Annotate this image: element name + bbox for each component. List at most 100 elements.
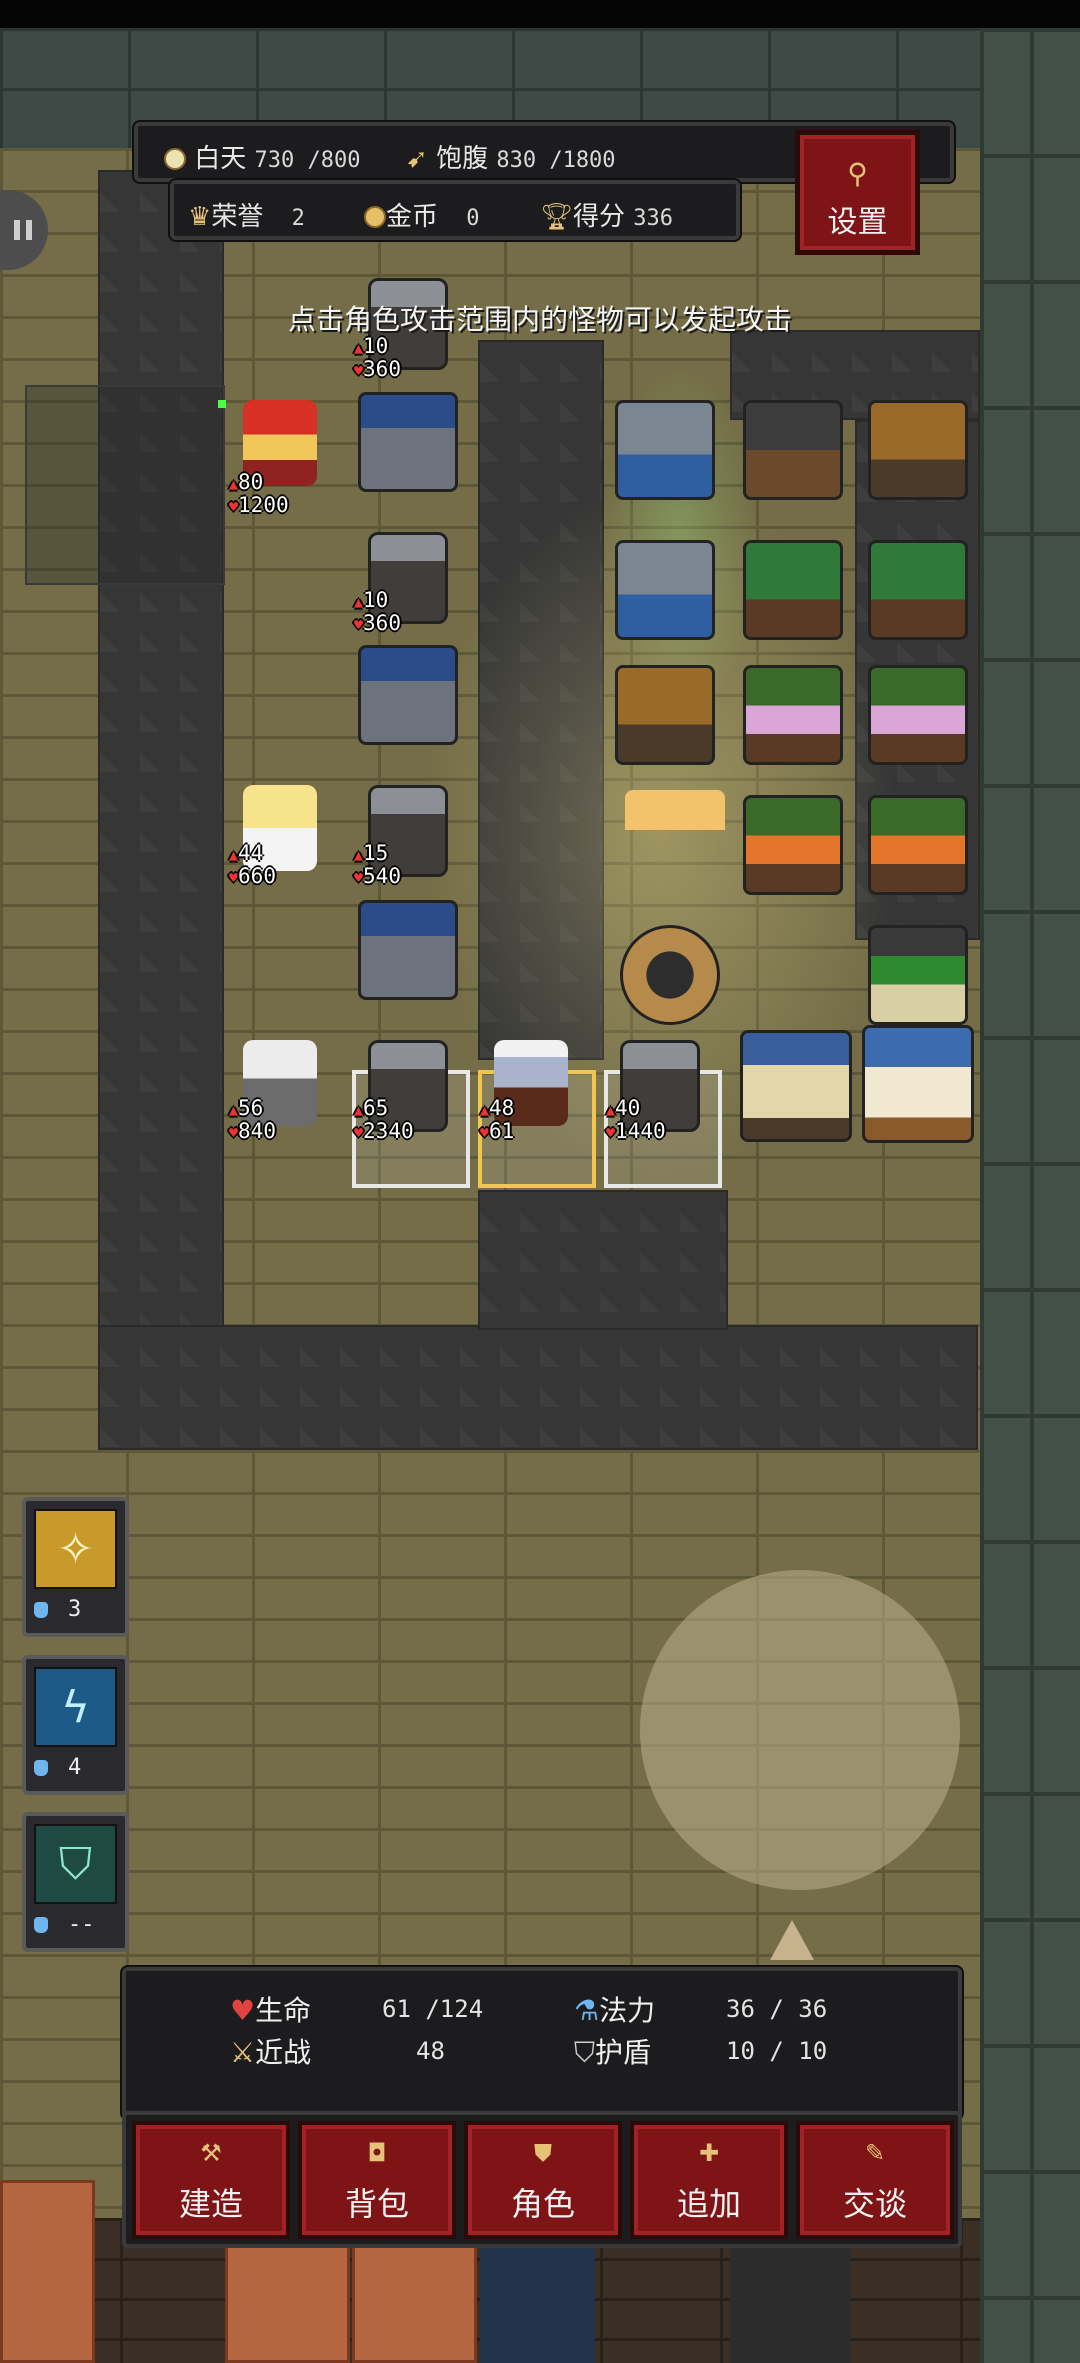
resource-panel: ♛荣誉 2 金币 0 🏆︎得分 336 (170, 180, 740, 240)
mp-label: 法力 (599, 1994, 656, 2027)
hp-label: 生命 (255, 1994, 312, 2027)
unit-hp: 1440 (615, 1119, 666, 1143)
unit-attack: 15 (363, 841, 389, 865)
sword-icon: ⚔ (230, 2036, 256, 2069)
sun-icon (164, 148, 186, 170)
game-screen: ▲10 ♥360 ▲80 ♥1200 ▲10 ♥360 ▲44 ♥660 ▲15 ♥540… (0, 0, 1080, 2363)
skill-shield[interactable]: ⛉ -- (22, 1812, 129, 1952)
monster-sack[interactable] (620, 925, 720, 1025)
guard-unit[interactable]: ▲40 ♥1440 (602, 1040, 712, 1150)
skill-cost: -- (68, 1912, 95, 1937)
house-building[interactable] (358, 900, 458, 1000)
unit-hp: 1200 (238, 493, 289, 517)
angel-unit[interactable]: ▲44 ♥660 (225, 785, 335, 895)
house-building[interactable] (358, 645, 458, 745)
add-button[interactable]: ✚ 追加 (630, 2121, 788, 2239)
hunger-value: 830 /1800 (496, 148, 616, 173)
talk-button[interactable]: ✎ 交谈 (796, 2121, 954, 2239)
hammer-icon: ⚒ (200, 2139, 222, 2167)
player-unit[interactable]: ▲48 ♥61 (476, 1040, 586, 1150)
gold-label: 金币 (386, 202, 439, 232)
pause-icon (14, 220, 20, 240)
talk-label: 交谈 (842, 2185, 907, 2223)
holy-light-icon: ✧ (34, 1509, 117, 1589)
settings-icon: ⚲ (847, 157, 868, 190)
workbench-building[interactable] (615, 665, 715, 765)
unit-hp: 540 (363, 864, 401, 888)
tree-planter[interactable] (743, 540, 843, 640)
heart-icon: ♥ (230, 1994, 256, 2027)
hp-value: 61 /124 (382, 1995, 484, 2023)
guard-unit[interactable]: ▲15 ♥540 (350, 785, 460, 895)
honor-label: 荣誉 (211, 202, 264, 232)
character-stats-panel: ♥生命 61 /124 ⚗法力 36 / 36 ⚔近战 48 ⛉护盾 10 / … (122, 1967, 962, 2119)
character-label: 角色 (510, 2185, 575, 2223)
monitor-building[interactable] (615, 540, 715, 640)
settings-button[interactable]: ⚲ 设置 (795, 130, 920, 255)
water-tile (480, 2240, 595, 2363)
mana-icon (34, 1602, 48, 1618)
spike-trap (770, 1920, 814, 1960)
orange-block (352, 2245, 477, 2363)
speech-icon: ✎ (864, 2139, 886, 2167)
cauldron-building[interactable] (743, 400, 843, 500)
mp-value: 36 / 36 (726, 1995, 828, 2023)
character-button[interactable]: ⛊ 角色 (464, 2121, 622, 2239)
pit-column-left (98, 170, 224, 1450)
build-button[interactable]: ⚒ 建造 (132, 2121, 290, 2239)
build-label: 建造 (178, 2185, 243, 2223)
honor-value: 2 (291, 206, 305, 231)
orange-block (225, 2245, 350, 2363)
right-wall (980, 28, 1080, 2363)
statue-tile (730, 2240, 850, 2363)
plus-icon: ✚ (698, 2139, 720, 2167)
old-knight-unit[interactable]: ▲56 ♥840 (225, 1040, 335, 1150)
guard-unit[interactable]: ▲65 ♥2340 (350, 1040, 460, 1150)
hunger-label: 饱腹 (436, 144, 489, 174)
guard-unit[interactable]: ▲10 ♥360 (350, 532, 460, 642)
radish-planter[interactable] (868, 665, 968, 765)
unit-attack: 10 (363, 588, 389, 612)
settings-label: 设置 (827, 205, 888, 240)
day-value: 730 /800 (254, 148, 361, 173)
status-bar (0, 0, 1080, 28)
pit-row-bottom (98, 1325, 978, 1450)
unit-hp: 360 (363, 611, 401, 635)
chest-building[interactable] (868, 400, 968, 500)
virtual-joystick[interactable] (640, 1570, 960, 1890)
gold-coin-icon (364, 206, 386, 228)
church-building[interactable] (862, 1025, 974, 1143)
bag-button[interactable]: ◘ 背包 (298, 2121, 456, 2239)
skill-holy-light[interactable]: ✧ 3 (22, 1497, 129, 1637)
radish-planter[interactable] (743, 665, 843, 765)
house-building[interactable] (358, 392, 458, 492)
mana-icon (34, 1760, 48, 1776)
score-label: 得分 (573, 202, 626, 232)
score-value: 336 (633, 206, 674, 231)
shield-label: 护盾 (595, 2036, 652, 2069)
mana-icon (34, 1917, 48, 1933)
skill-cost: 3 (68, 1597, 82, 1622)
tree-planter[interactable] (868, 540, 968, 640)
pumpkin-planter[interactable] (868, 795, 968, 895)
skill-lightning[interactable]: ϟ 4 (22, 1655, 129, 1795)
add-label: 追加 (676, 2185, 741, 2223)
character-icon: ⛊ (534, 2139, 552, 2167)
melee-label: 近战 (255, 2036, 312, 2069)
unit-hp: 840 (238, 1119, 276, 1143)
shop-building[interactable] (740, 1030, 852, 1142)
unit-hp: 660 (238, 864, 276, 888)
unit-hp: 61 (489, 1119, 515, 1143)
hint-text: 点击角色攻击范围内的怪物可以发起攻击 (287, 303, 792, 336)
sprout-planter[interactable] (868, 925, 968, 1025)
shield-value: 10 / 10 (726, 2037, 828, 2065)
orange-block (0, 2180, 95, 2363)
pumpkin-planter[interactable] (743, 795, 843, 895)
red-hood-unit[interactable]: ▲80 ♥1200 (225, 400, 335, 516)
shield-stat-icon: ⛉ (574, 2036, 596, 2069)
machine-building[interactable] (615, 400, 715, 500)
unit-attack: 40 (615, 1096, 641, 1120)
melee-value: 48 (416, 2037, 445, 2065)
candelabra[interactable] (625, 790, 725, 890)
lightning-icon: ϟ (34, 1667, 117, 1747)
